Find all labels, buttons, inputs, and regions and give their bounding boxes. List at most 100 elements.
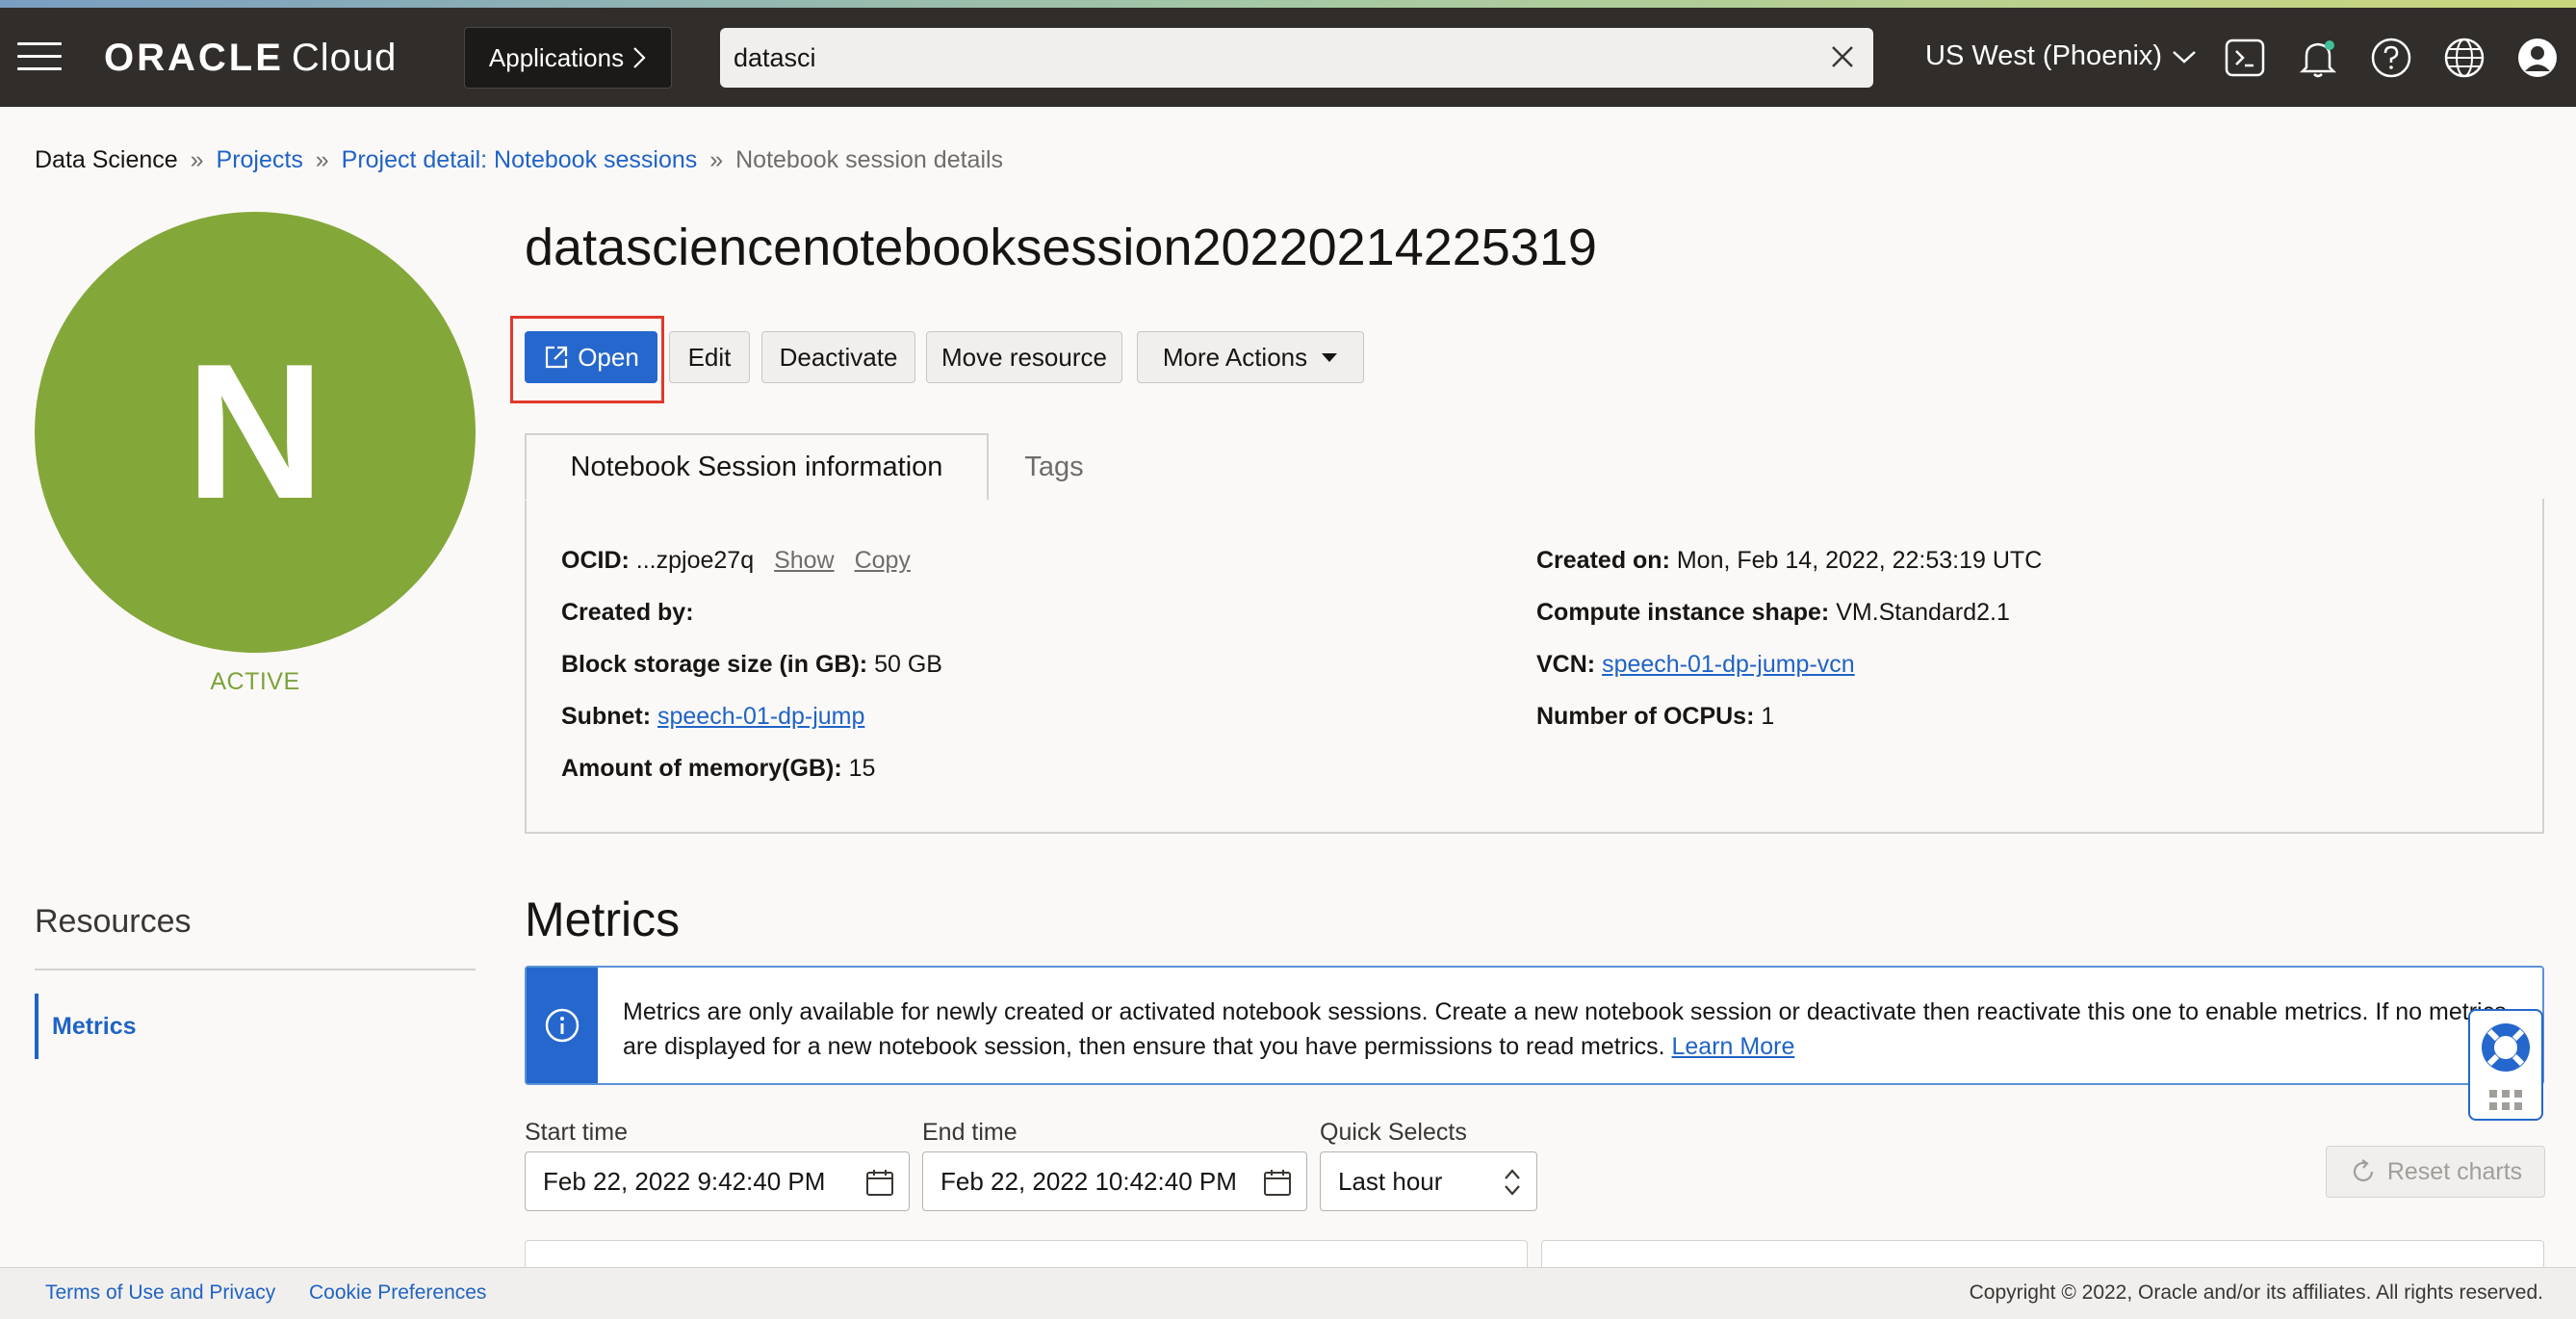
- logo-product: Cloud: [291, 37, 398, 79]
- applications-button[interactable]: Applications: [464, 27, 672, 89]
- end-time-label: End time: [922, 1119, 1018, 1146]
- breadcrumb-projects-link[interactable]: Projects: [217, 146, 303, 173]
- copyright-text: Copyright © 2022, Oracle and/or its affi…: [1969, 1281, 2543, 1304]
- resources-heading: Resources: [35, 903, 192, 940]
- start-time-input[interactable]: Feb 22, 2022 9:42:40 PM: [525, 1151, 910, 1211]
- notifications-bell-icon[interactable]: [2297, 37, 2339, 79]
- resources-divider: [35, 969, 476, 970]
- created-on-label: Created on:: [1536, 547, 1670, 574]
- hamburger-menu-icon[interactable]: [17, 42, 62, 71]
- learn-more-link[interactable]: Learn More: [1672, 1033, 1795, 1060]
- lifebuoy-icon: [2482, 1023, 2530, 1072]
- compute-shape-row: Compute instance shape: VM.Standard2.1: [1536, 599, 2010, 627]
- information-panel: OCID: ...zpjoe27q Show Copy Created by: …: [525, 499, 2544, 834]
- subnet-link[interactable]: speech-01-dp-jump: [657, 703, 864, 730]
- region-label: US West (Phoenix): [1925, 40, 2163, 71]
- compute-shape-label: Compute instance shape:: [1536, 599, 1830, 626]
- quick-selects-label: Quick Selects: [1320, 1119, 1467, 1146]
- breadcrumb: Data Science » Projects » Project detail…: [35, 146, 1003, 174]
- logo-brand: ORACLE: [104, 37, 284, 79]
- search-input[interactable]: [720, 42, 1779, 73]
- chevron-down-icon: [2173, 50, 2196, 64]
- memory-label: Amount of memory(GB):: [561, 755, 842, 782]
- close-icon[interactable]: [1827, 41, 1858, 72]
- page-footer: Terms of Use and Privacy Cookie Preferen…: [0, 1267, 2576, 1319]
- memory-value: 15: [848, 755, 876, 782]
- start-time-value: Feb 22, 2022 9:42:40 PM: [543, 1166, 826, 1196]
- help-widget[interactable]: [2468, 1009, 2543, 1121]
- vcn-label: VCN:: [1536, 651, 1596, 678]
- start-time-label: Start time: [525, 1119, 628, 1146]
- tab-notebook-session-information[interactable]: Notebook Session information: [525, 433, 989, 501]
- breadcrumb-separator: »: [315, 146, 329, 173]
- ocid-value: ...zpjoe27q: [635, 547, 755, 574]
- vcn-row: VCN: speech-01-dp-jump-vcn: [1536, 651, 1855, 679]
- ocid-label: OCID:: [561, 547, 630, 574]
- more-actions-button[interactable]: More Actions: [1137, 331, 1364, 383]
- language-globe-icon[interactable]: [2443, 37, 2486, 79]
- breadcrumb-current: Notebook session details: [735, 146, 1004, 173]
- reset-charts-label: Reset charts: [2386, 1157, 2523, 1185]
- ocid-row: OCID: ...zpjoe27q Show Copy: [561, 547, 911, 575]
- move-resource-button[interactable]: Move resource: [926, 331, 1122, 383]
- created-on-value: Mon, Feb 14, 2022, 22:53:19 UTC: [1676, 547, 2043, 574]
- reset-charts-button[interactable]: Reset charts: [2326, 1146, 2545, 1198]
- search-bar: [720, 28, 1873, 88]
- breadcrumb-project-detail-link[interactable]: Project detail: Notebook sessions: [342, 146, 698, 173]
- notice-text: Metrics are only available for newly cre…: [623, 995, 2510, 1064]
- select-updown-icon: [1505, 1169, 1520, 1196]
- metrics-heading: Metrics: [525, 892, 681, 946]
- metrics-info-notice: Metrics are only available for newly cre…: [525, 966, 2544, 1085]
- region-selector[interactable]: US West (Phoenix): [1925, 40, 2197, 72]
- breadcrumb-data-science: Data Science: [35, 146, 178, 173]
- calendar-icon[interactable]: [864, 1167, 895, 1198]
- compute-shape-value: VM.Standard2.1: [1836, 599, 2010, 626]
- edit-button[interactable]: Edit: [669, 331, 750, 383]
- memory-row: Amount of memory(GB): 15: [561, 755, 875, 783]
- avatar-letter: N: [185, 324, 325, 539]
- breadcrumb-separator: »: [190, 146, 204, 173]
- breadcrumb-separator: »: [709, 146, 724, 173]
- cookie-preferences-link[interactable]: Cookie Preferences: [309, 1281, 486, 1305]
- ocpus-value: 1: [1761, 703, 1775, 730]
- top-header: ORACLECloud Applications US West (Phoeni…: [0, 8, 2576, 107]
- applications-label: Applications: [488, 42, 625, 72]
- info-icon: [545, 1008, 580, 1043]
- notice-icon-bar: [527, 968, 598, 1083]
- deactivate-button[interactable]: Deactivate: [761, 331, 915, 383]
- block-storage-value: 50 GB: [874, 651, 942, 678]
- help-question-icon[interactable]: [2370, 37, 2412, 79]
- ocid-copy-link[interactable]: Copy: [855, 547, 911, 574]
- top-accent-strip: [0, 0, 2576, 8]
- created-on-row: Created on: Mon, Feb 14, 2022, 22:53:19 …: [1536, 547, 2042, 575]
- tab-tags[interactable]: Tags: [1001, 433, 1107, 501]
- ocpus-row: Number of OCPUs: 1: [1536, 703, 1774, 731]
- sidebar-item-metrics[interactable]: Metrics: [35, 994, 476, 1059]
- subnet-label: Subnet:: [561, 703, 652, 730]
- oracle-cloud-logo[interactable]: ORACLE Cloud: [104, 37, 397, 80]
- quick-selects-dropdown[interactable]: Last hour: [1320, 1151, 1537, 1211]
- external-link-icon: [546, 346, 568, 369]
- resource-avatar: N: [35, 212, 476, 653]
- page-title: datasciencenotebooksession20220214225319: [525, 219, 1597, 276]
- created-by-label: Created by:: [561, 599, 694, 626]
- block-storage-label: Block storage size (in GB):: [561, 651, 868, 678]
- cloud-shell-icon[interactable]: [2224, 37, 2266, 79]
- status-label: ACTIVE: [210, 668, 300, 695]
- user-profile-icon[interactable]: [2516, 37, 2559, 79]
- terms-of-use-link[interactable]: Terms of Use and Privacy: [45, 1281, 275, 1305]
- open-button-label: Open: [578, 342, 639, 372]
- calendar-icon[interactable]: [1262, 1167, 1293, 1198]
- chevron-right-icon: [633, 47, 646, 68]
- grid-dots-icon: [2489, 1090, 2522, 1110]
- end-time-input[interactable]: Feb 22, 2022 10:42:40 PM: [922, 1151, 1307, 1211]
- more-actions-label: More Actions: [1162, 342, 1308, 372]
- vcn-link[interactable]: speech-01-dp-jump-vcn: [1602, 651, 1855, 678]
- block-storage-row: Block storage size (in GB): 50 GB: [561, 651, 942, 679]
- open-button[interactable]: Open: [525, 331, 657, 383]
- created-by-row: Created by:: [561, 599, 694, 627]
- refresh-icon: [2353, 1159, 2373, 1182]
- notice-message: Metrics are only available for newly cre…: [623, 998, 2507, 1060]
- ocid-show-link[interactable]: Show: [774, 547, 835, 574]
- end-time-value: Feb 22, 2022 10:42:40 PM: [940, 1166, 1237, 1196]
